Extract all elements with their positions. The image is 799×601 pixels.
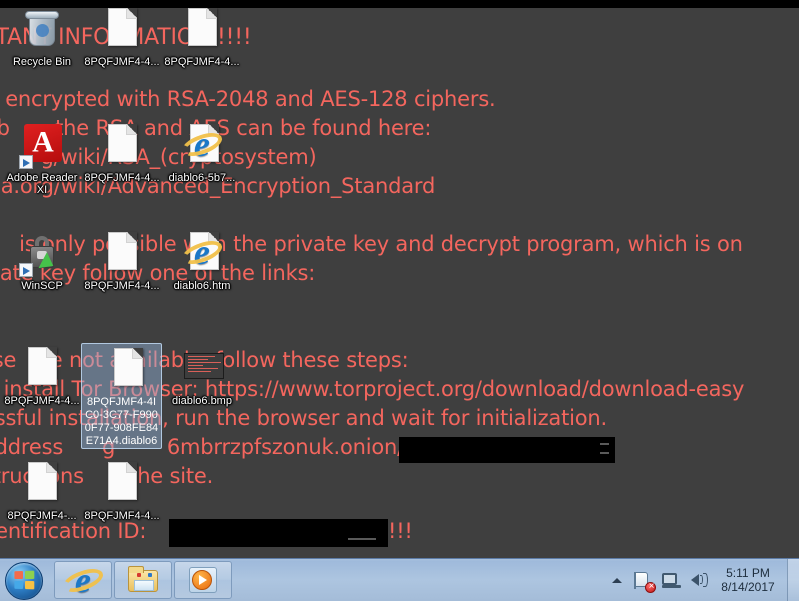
desktop-icon-winscp[interactable]: WinSCP bbox=[3, 230, 81, 292]
file-icon bbox=[98, 346, 146, 394]
taskbar: e × 5:11 PM 8/14/2017 bbox=[0, 558, 799, 601]
winscp-icon bbox=[18, 230, 66, 278]
desktop-icon-label: Adobe Reader XI bbox=[6, 172, 78, 196]
desktop-icon-diablo6-5b7[interactable]: e diablo6-5b7... bbox=[163, 122, 241, 184]
shortcut-arrow-icon bbox=[19, 263, 33, 277]
file-icon bbox=[18, 460, 66, 508]
show-desktop-button[interactable] bbox=[787, 558, 799, 601]
clock-time: 5:11 PM bbox=[726, 566, 770, 580]
media-player-icon bbox=[187, 564, 219, 596]
desktop-icon-encrypted-file-6[interactable]: 8PQFJMF4-... bbox=[3, 460, 81, 522]
desktop-icon-label: 8PQFJMF4-4... bbox=[84, 280, 160, 292]
desktop-icon-label: diablo6-5b7... bbox=[168, 172, 236, 184]
internet-explorer-icon: e bbox=[178, 230, 226, 278]
note-line-13: dentification ID: bbox=[0, 519, 147, 543]
internet-explorer-icon: e bbox=[60, 560, 106, 600]
desktop-icon-encrypted-file-5[interactable]: 8PQFJMF4-4... bbox=[3, 345, 81, 407]
redaction-bar-identification-id bbox=[169, 519, 388, 547]
desktop-icon-label: 8PQFJMF4-4... bbox=[84, 56, 160, 68]
desktop-icon-encrypted-file-1[interactable]: 8PQFJMF4-4... bbox=[83, 6, 161, 68]
start-button[interactable] bbox=[2, 560, 48, 600]
action-center-icon[interactable] bbox=[632, 569, 657, 593]
redaction-bar-onion-address bbox=[399, 437, 615, 463]
desktop-icon-encrypted-file-3[interactable]: 8PQFJMF4-4... bbox=[83, 122, 161, 184]
desktop-icon-label: WinSCP bbox=[21, 280, 63, 292]
redaction-tick-3 bbox=[348, 538, 376, 540]
bitmap-thumbnail-icon bbox=[178, 345, 226, 393]
windows-flag-icon bbox=[14, 570, 35, 590]
desktop-icon-label: 8PQFJMF4-4... bbox=[164, 56, 240, 68]
clock-date: 8/14/2017 bbox=[721, 580, 775, 594]
file-icon bbox=[98, 460, 146, 508]
note-line-2: e encrypted with RSA-2048 and AES-128 ci… bbox=[0, 87, 496, 111]
network-icon[interactable] bbox=[660, 569, 682, 591]
desktop-icon-adobe-reader[interactable]: A Adobe Reader XI bbox=[3, 122, 81, 196]
desktop-icon-label: Recycle Bin bbox=[12, 56, 72, 68]
show-hidden-icons-button[interactable] bbox=[609, 572, 625, 588]
desktop-icon-label: diablo6.htm bbox=[173, 280, 231, 292]
folder-icon bbox=[127, 564, 159, 596]
desktop-icon-label: 8PQFJMF4-4... bbox=[84, 172, 160, 184]
redaction-tick-2 bbox=[600, 452, 609, 454]
desktop-icon-label: 8PQFJMF4-4... bbox=[4, 395, 80, 407]
file-icon bbox=[98, 6, 146, 54]
adobe-reader-icon: A bbox=[18, 122, 66, 170]
note-line-14: !!! bbox=[388, 519, 413, 543]
label-line-2: C0-3C77-F990 bbox=[85, 409, 158, 421]
file-icon bbox=[178, 6, 226, 54]
desktop-icon-encrypted-file-7[interactable]: 8PQFJMF4-4... bbox=[83, 460, 161, 522]
desktop-icon-label: diablo6.bmp bbox=[172, 395, 232, 407]
file-icon bbox=[98, 230, 146, 278]
note-line-11: address g 6mbrrzpfszonuk.onion/ bbox=[0, 435, 404, 459]
desktop-icon-label: 8PQFJMF4-4... bbox=[84, 510, 160, 522]
desktop-screen: RTANT INFORMATION !!!! e encrypted with … bbox=[0, 0, 799, 601]
recycle-bin-icon bbox=[18, 6, 66, 54]
file-icon bbox=[98, 122, 146, 170]
label-line-4: E71A4.diablo6 bbox=[85, 435, 158, 447]
redaction-tick-1 bbox=[600, 443, 609, 445]
desktop-icon-diablo6-htm[interactable]: e diablo6.htm bbox=[163, 230, 241, 292]
desktop-icon-recycle-bin[interactable]: Recycle Bin bbox=[3, 6, 81, 68]
taskbar-button-windows-explorer[interactable] bbox=[114, 561, 172, 599]
internet-explorer-icon: e bbox=[178, 122, 226, 170]
taskbar-button-internet-explorer[interactable]: e bbox=[54, 560, 112, 600]
desktop-icon-selected-encrypted-file[interactable]: 8PQFJMF4-4I C0-3C77-F990 0F77-908FE84 E7… bbox=[81, 343, 162, 449]
desktop-icon-encrypted-file-4[interactable]: 8PQFJMF4-4... bbox=[83, 230, 161, 292]
desktop-icon-label: 8PQFJMF4-... bbox=[7, 510, 77, 522]
file-icon bbox=[18, 345, 66, 393]
desktop-icon-encrypted-file-2[interactable]: 8PQFJMF4-4... bbox=[163, 6, 241, 68]
system-tray: 5:11 PM 8/14/2017 bbox=[609, 558, 799, 601]
desktop-icon-label: 8PQFJMF4-4I C0-3C77-F990 0F77-908FE84 E7… bbox=[82, 396, 161, 448]
taskbar-button-windows-media-player[interactable] bbox=[174, 561, 232, 599]
desktop-icon-diablo6-bmp[interactable]: diablo6.bmp bbox=[163, 345, 241, 407]
shortcut-arrow-icon bbox=[19, 155, 33, 169]
volume-icon[interactable] bbox=[688, 569, 710, 591]
label-line-3: 0F77-908FE84 bbox=[84, 422, 159, 434]
clock[interactable]: 5:11 PM 8/14/2017 bbox=[713, 566, 787, 594]
label-line-1: 8PQFJMF4-4I bbox=[86, 396, 157, 408]
